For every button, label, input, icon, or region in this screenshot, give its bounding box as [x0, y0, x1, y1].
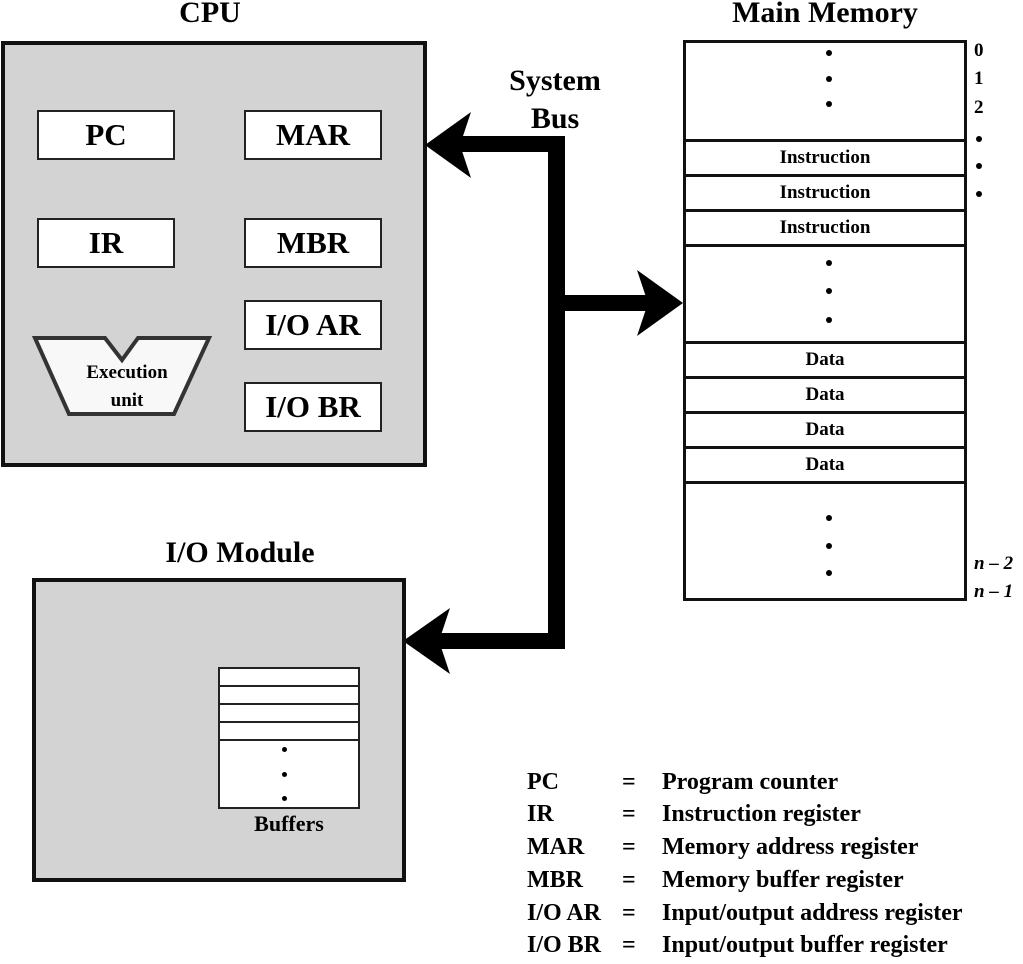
ellipsis-dot	[826, 101, 832, 107]
legend-description: Memory address register	[662, 834, 919, 860]
ellipsis-dot	[826, 543, 832, 549]
memory-row-data: Data	[686, 341, 964, 376]
legend-description: Instruction register	[662, 801, 861, 827]
legend-description: Memory buffer register	[662, 867, 904, 893]
ellipsis-dot	[826, 570, 832, 576]
address-0: 0	[974, 40, 984, 61]
ellipsis-dot	[826, 260, 832, 266]
memory-row-instruction: Instruction	[686, 174, 964, 209]
address-1: 1	[974, 68, 984, 89]
legend-equals: =	[622, 867, 636, 893]
legend-abbr: MAR	[527, 834, 585, 860]
legend-equals: =	[622, 932, 636, 958]
buffer-slot-divider	[220, 703, 358, 705]
buffer-slot-divider	[220, 685, 358, 687]
ellipsis-dot	[826, 288, 832, 294]
memory-row-data: Data	[686, 376, 964, 411]
memory-row-data: Data	[686, 446, 964, 481]
ellipsis-dot	[282, 796, 287, 801]
legend-description: Program counter	[662, 769, 839, 795]
address-ellipsis-dot	[976, 163, 982, 169]
buffers-label: Buffers	[254, 811, 324, 836]
legend-abbr: MBR	[527, 867, 583, 893]
io-module-title: I/O Module	[165, 536, 315, 569]
bus-trunk	[548, 136, 565, 649]
legend-equals: =	[622, 801, 636, 827]
ellipsis-dot	[826, 515, 832, 521]
legend-description: Input/output buffer register	[662, 932, 948, 958]
address-ellipsis-dot	[976, 191, 982, 197]
legend-equals: =	[622, 834, 636, 860]
legend: PC = Program counter IR = Instruction re…	[527, 769, 1017, 964]
main-memory-title: Main Memory	[732, 0, 918, 29]
ellipsis-dot	[826, 317, 832, 323]
buffer-slot-divider	[220, 721, 358, 723]
ellipsis-dot	[826, 76, 832, 82]
legend-abbr: I/O AR	[527, 900, 602, 926]
ellipsis-dot	[282, 747, 287, 752]
io-module-block: Buffers	[32, 578, 406, 882]
legend-abbr: IR	[527, 801, 554, 827]
memory-row-instruction: Instruction	[686, 209, 964, 244]
address-n-minus-2: n – 2	[974, 553, 1014, 574]
address-n-minus-1: n – 1	[974, 581, 1014, 602]
legend-description: Input/output address register	[662, 900, 963, 926]
bus-branch-io	[430, 633, 565, 649]
buffers-block	[218, 667, 360, 809]
ellipsis-dot	[826, 50, 832, 56]
memory-gap	[686, 481, 964, 601]
legend-equals: =	[622, 900, 636, 926]
main-memory-block: Instruction Instruction Instruction Data…	[683, 40, 967, 601]
bus-branch-memory	[548, 295, 648, 311]
buffer-slot-divider	[220, 739, 358, 741]
legend-abbr: PC	[527, 769, 559, 795]
bus-branch-cpu	[455, 136, 565, 152]
memory-row-instruction: Instruction	[686, 139, 964, 174]
memory-row-data: Data	[686, 411, 964, 446]
address-ellipsis-dot	[976, 136, 982, 142]
ellipsis-dot	[282, 772, 287, 777]
legend-equals: =	[622, 769, 636, 795]
address-2: 2	[974, 97, 984, 118]
memory-gap	[686, 244, 964, 341]
legend-abbr: I/O BR	[527, 932, 602, 958]
